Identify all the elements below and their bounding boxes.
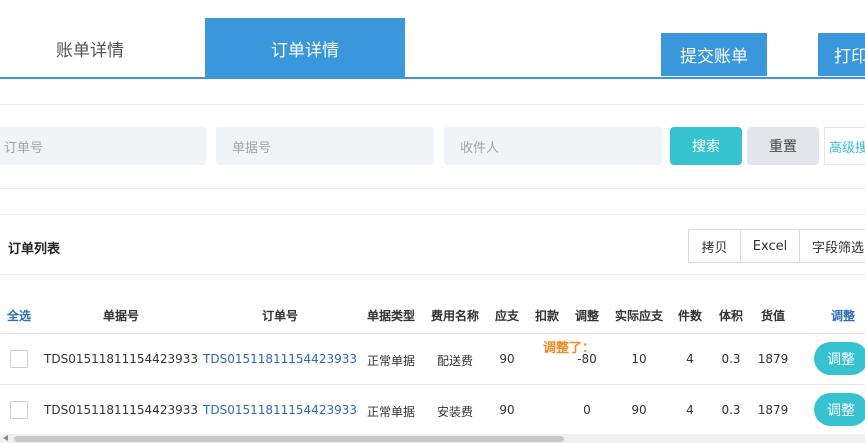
row-checkbox[interactable] [10, 401, 28, 419]
scroll-left-arrow-icon[interactable] [3, 435, 8, 441]
divider [0, 214, 865, 215]
row-checkbox[interactable] [10, 350, 28, 368]
print-button[interactable]: 打印 [818, 33, 865, 76]
row-separator [0, 333, 865, 334]
value-cell: 1879 [757, 403, 789, 417]
reset-button[interactable]: 重置 [747, 127, 819, 165]
type-cell: 正常单据 [366, 354, 416, 368]
list-title: 订单列表 [8, 242, 61, 257]
column-header-deduct: 扣款 [534, 309, 560, 323]
search-button[interactable]: 搜索 [670, 127, 742, 165]
actual-cell: 10 [631, 352, 647, 366]
field-filter-button[interactable]: 字段筛选 [799, 229, 865, 263]
submit-bill-button[interactable]: 提交账单 [661, 33, 767, 76]
actual-cell: 90 [631, 403, 647, 417]
excel-button[interactable]: Excel [740, 229, 800, 263]
column-header-value: 货值 [760, 309, 786, 323]
adjust-button[interactable]: 调整 [814, 393, 865, 426]
scrollbar-thumb[interactable] [14, 436, 564, 442]
receiver-input[interactable]: 收件人 [444, 127, 662, 165]
pieces-cell: 4 [686, 403, 694, 417]
bill-no-cell: TDS01511811154423933 [44, 352, 198, 366]
divider [0, 104, 865, 105]
divider [0, 274, 865, 275]
tab-bill-details[interactable]: 账单详情 [0, 18, 190, 78]
fee-cell: 配送费 [436, 354, 474, 368]
column-header-fee: 费用名称 [430, 309, 480, 323]
column-header-type: 单据类型 [366, 309, 416, 323]
advanced-search-button[interactable]: 高级搜 [824, 127, 865, 165]
order-number-input[interactable]: 订单号 [0, 127, 206, 165]
order-no-link[interactable]: TDS01511811154423933 [203, 352, 357, 366]
tab-order-details[interactable]: 订单详情 [205, 18, 405, 78]
copy-button[interactable]: 拷贝 [688, 229, 741, 263]
order-no-link[interactable]: TDS01511811154423933 [203, 403, 357, 417]
column-header-bill-no: 单据号 [102, 309, 140, 323]
column-header-payable: 应支 [494, 309, 520, 323]
type-cell: 正常单据 [366, 405, 416, 419]
column-header-pieces: 件数 [677, 309, 703, 323]
payable-cell: 90 [499, 352, 515, 366]
column-header-actual: 实际应支 [614, 309, 664, 323]
adjust-cell: -80 [577, 352, 597, 366]
column-header-adjust: 调整 [574, 309, 600, 323]
volume-cell: 0.3 [721, 403, 741, 417]
value-cell: 1879 [757, 352, 789, 366]
bill-number-input[interactable]: 单据号 [216, 127, 434, 165]
bill-no-cell: TDS01511811154423933 [44, 403, 198, 417]
divider [0, 188, 865, 189]
column-header-volume: 体积 [718, 309, 744, 323]
column-header-order-no: 订单号 [261, 309, 299, 323]
adjust-cell: 0 [583, 403, 591, 417]
payable-cell: 90 [499, 403, 515, 417]
row-separator [0, 384, 865, 385]
pieces-cell: 4 [686, 352, 694, 366]
tab-underline [0, 77, 865, 79]
adjust-button[interactable]: 调整 [814, 342, 865, 375]
column-header-action: 调整 [830, 309, 856, 323]
volume-cell: 0.3 [721, 352, 741, 366]
select-all-header[interactable]: 全选 [7, 307, 31, 324]
fee-cell: 安装费 [436, 405, 474, 419]
